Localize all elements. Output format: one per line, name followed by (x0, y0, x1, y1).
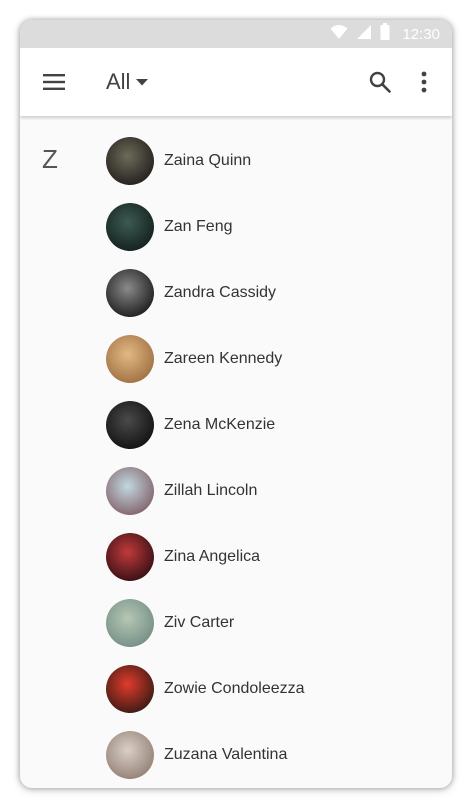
avatar (106, 665, 154, 713)
contact-name: Zowie Condoleezza (164, 680, 305, 697)
avatar (106, 203, 154, 251)
section-header-letter: Z (42, 144, 58, 174)
signal-icon (356, 24, 372, 45)
contact-name: Zena McKenzie (164, 416, 276, 433)
contact-name: Ziv Carter (164, 614, 235, 631)
contact-item[interactable]: Zillah Lincoln (20, 458, 452, 524)
avatar (106, 599, 154, 647)
more-vert-icon (421, 71, 427, 93)
contact-name: Zillah Lincoln (164, 482, 258, 499)
contact-item[interactable]: Zareen Kennedy (20, 326, 452, 392)
more-options-button[interactable] (402, 48, 446, 116)
avatar (106, 401, 154, 449)
filter-label: All (106, 69, 131, 94)
contact-item[interactable]: Zandra Cassidy (20, 260, 452, 326)
contact-item[interactable]: Zowie Condoleezza (20, 656, 452, 722)
contact-name: Zina Angelica (164, 548, 261, 565)
avatar (106, 533, 154, 581)
contact-item[interactable]: Zan Feng (20, 194, 452, 260)
menu-icon (43, 74, 65, 90)
avatar (106, 269, 154, 317)
status-bar: 12:30 (20, 20, 452, 48)
search-button[interactable] (358, 48, 402, 116)
contact-item[interactable]: Zaina Quinn (20, 128, 452, 194)
battery-icon (380, 23, 390, 45)
arrow-drop-down-icon (136, 78, 149, 85)
contact-list: Z Zaina Quinn Zan Feng Zandra Cassidy Zaree… (20, 116, 452, 788)
contact-item[interactable]: Zena McKenzie (20, 392, 452, 458)
contact-name: Zaina Quinn (164, 152, 252, 169)
wifi-icon (330, 24, 348, 45)
app-bar: All (20, 48, 452, 116)
contact-item[interactable]: Zina Angelica (20, 524, 452, 590)
status-time: 12:30 (402, 25, 440, 43)
contact-item[interactable]: Zuzana Valentina (20, 722, 452, 788)
contact-name: Zareen Kennedy (164, 350, 283, 367)
menu-button[interactable] (20, 48, 88, 116)
phone-frame: 12:30 All Z Zaina Quinn Zan Feng Zandra … (20, 20, 452, 788)
avatar (106, 137, 154, 185)
filter-dropdown[interactable]: All (106, 69, 149, 95)
contact-name: Zan Feng (164, 218, 233, 235)
contact-name: Zandra Cassidy (164, 284, 277, 301)
avatar (106, 467, 154, 515)
avatar (106, 335, 154, 383)
search-icon (369, 71, 391, 93)
contact-item[interactable]: Ziv Carter (20, 590, 452, 656)
avatar (106, 731, 154, 779)
contact-name: Zuzana Valentina (164, 746, 288, 763)
